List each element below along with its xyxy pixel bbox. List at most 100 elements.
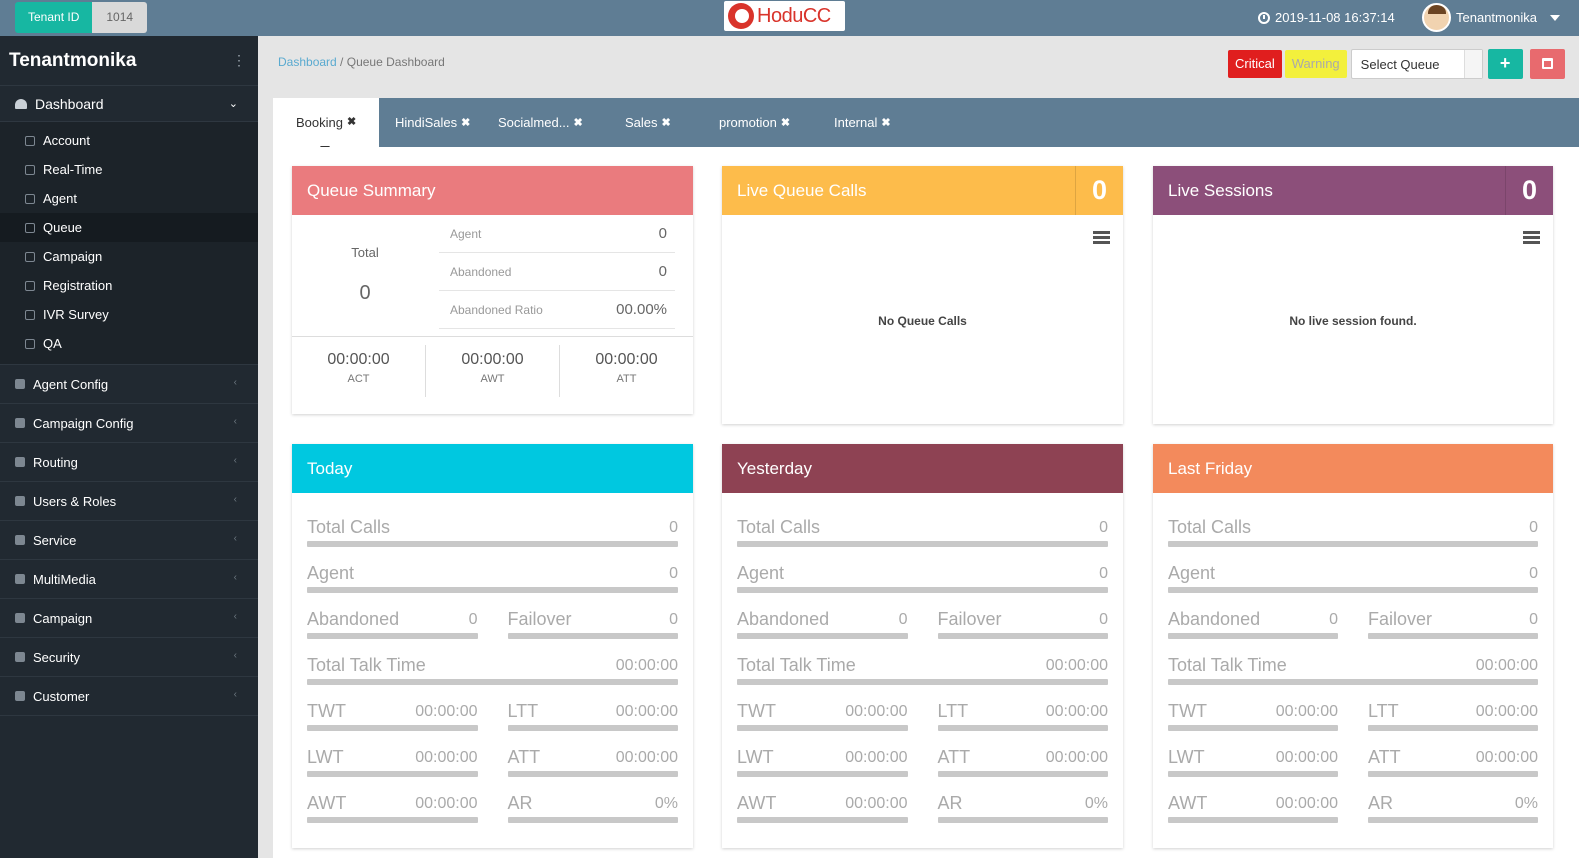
warning-button[interactable]: Warning [1284, 50, 1347, 78]
queue-summary-body: Total 0 Agent 0 Abandoned 0 Abandoned Rati… [292, 215, 693, 414]
sidebar-subitem-campaign[interactable]: Campaign [0, 242, 258, 271]
sidebar-item-security[interactable]: Security ‹ [0, 638, 258, 677]
sidebar-subitem-account[interactable]: Account [0, 126, 258, 155]
live-sessions-count: 0 [1505, 166, 1553, 215]
sidebar-title: Tenantmonika [9, 49, 137, 71]
close-icon[interactable]: ✖ [881, 116, 890, 129]
hamburger-menu-icon[interactable] [1523, 231, 1540, 244]
tab-sales[interactable]: Sales ✖ [625, 98, 671, 147]
user-menu[interactable]: Tenantmonika [1422, 3, 1560, 32]
divider [292, 336, 693, 337]
stat-value: 0 [1099, 611, 1108, 628]
sidebar-item-label: Users & Roles [33, 493, 117, 509]
add-button[interactable]: + [1487, 49, 1523, 79]
sidebar-item-label: Security [33, 649, 80, 665]
sidebar-subitem-ivr-survey[interactable]: IVR Survey [0, 300, 258, 329]
stat-label: AWT [737, 793, 777, 813]
stat-value: 00:00:00 [1475, 703, 1538, 720]
stat-row: Total Talk Time 00:00:00 [1168, 642, 1538, 688]
sidebar-subitem-qa[interactable]: QA [0, 329, 258, 358]
close-icon[interactable]: ✖ [662, 116, 671, 129]
sidebar-item-service[interactable]: Service ‹ [0, 521, 258, 560]
stat-bar [507, 817, 678, 823]
header-actions: Critical Warning Select Queue + [1228, 49, 1565, 79]
stat-bar [1368, 817, 1538, 823]
stat-bar [737, 587, 1108, 593]
stat-label: Total Calls [307, 517, 391, 537]
stat-value: 00:00:00 [1045, 703, 1108, 720]
sidebar-item-multimedia[interactable]: MultiMedia ‹ [0, 560, 258, 599]
close-icon[interactable]: ✖ [461, 116, 470, 129]
sidebar-item-label: Campaign Config [33, 415, 134, 431]
tab-socialmed[interactable]: Socialmed... ✖ [498, 98, 583, 147]
stat-row: LWT 00:00:00 ATT 00:00:00 [1168, 734, 1538, 780]
sidebar-item-dashboard[interactable]: Dashboard ⌄ [0, 86, 258, 122]
stat-value: 0 [1329, 611, 1338, 628]
sidebar-subitem-label: Campaign [43, 249, 103, 264]
stat-row: TWT 00:00:00 LTT 00:00:00 [307, 688, 678, 734]
stat-bar [737, 633, 908, 639]
hamburger-menu-icon[interactable] [1093, 231, 1110, 244]
sidebar-subitem-label: Queue [43, 220, 83, 235]
tab-internal[interactable]: Internal ✖ [834, 98, 891, 147]
stat-label: ATT [1368, 747, 1401, 767]
stat-twt: TWT 00:00:00 [1168, 688, 1338, 734]
sidebar-item-campaign[interactable]: Campaign ‹ [0, 599, 258, 638]
top-bar: Tenant ID 1014 HoduCC 2019-11-08 16:37:1… [0, 0, 1579, 36]
stats-body: Total Calls 0 Agent 0 Abandoned 0 Failover 0… [292, 493, 693, 826]
stat-awt: AWT 00:00:00 [737, 780, 908, 826]
empty-message: No live session found. [1289, 314, 1417, 328]
sidebar-item-customer[interactable]: Customer ‹ [0, 677, 258, 716]
stat-bar [507, 633, 678, 639]
breadcrumb-dashboard-link[interactable]: Dashboard [278, 55, 337, 69]
male-icon [15, 496, 25, 506]
stat-row: Abandoned 0 Failover 0 [307, 596, 678, 642]
close-icon[interactable]: ✖ [781, 116, 790, 129]
app-logo[interactable]: HoduCC [724, 1, 845, 31]
card-header: Yesterday [722, 444, 1123, 493]
stat-bar [1168, 587, 1538, 593]
stat-value: 00:00:00 [1275, 749, 1338, 766]
sidebar-subitem-registration[interactable]: Registration [0, 271, 258, 300]
critical-button[interactable]: Critical [1228, 50, 1282, 78]
tab-promotion[interactable]: promotion ✖ [719, 98, 790, 147]
empty-message: No Queue Calls [878, 314, 967, 328]
card-title: Live Queue Calls [737, 180, 867, 200]
stat-row: Agent 0 [737, 550, 1108, 596]
close-icon[interactable]: ✖ [574, 116, 583, 129]
stat-label: Total Talk Time [737, 655, 856, 675]
stat-abandoned: Abandoned 0 [737, 596, 908, 642]
logo-text: HoduCC [757, 4, 831, 27]
sidebar-subitem-agent[interactable]: Agent [0, 184, 258, 213]
tab-hindisales[interactable]: HindiSales ✖ [395, 98, 470, 147]
sidebar-item-campaign-config[interactable]: Campaign Config ‹ [0, 404, 258, 443]
sidebar-item-agent-config[interactable]: Agent Config ‹ [0, 365, 258, 404]
queue-tabs: Booking ✖ HindiSales ✖ Socialmed... ✖ Sales… [273, 98, 1579, 158]
stat-label: LTT [1368, 701, 1399, 721]
sidebar-subitem-real-time[interactable]: Real-Time [0, 155, 258, 184]
tab-label: Sales [625, 115, 658, 130]
stat-ar: AR 0% [507, 780, 678, 826]
stat-total-calls: Total Calls 0 [737, 504, 1108, 550]
stats-card-yesterday: Yesterday Total Calls 0 Agent 0 Abandoned 0… [722, 444, 1123, 848]
card-header: Last Friday [1153, 444, 1553, 493]
sidebar-item-routing[interactable]: Routing ‹ [0, 443, 258, 482]
calendar-button[interactable] [1529, 49, 1565, 79]
stat-twt: TWT 00:00:00 [737, 688, 908, 734]
close-icon[interactable]: ✖ [347, 115, 356, 128]
stat-row: AWT 00:00:00 AR 0% [1168, 780, 1538, 826]
total-label: Total [351, 245, 379, 260]
stat-bar [307, 771, 478, 777]
metric-value: 00:00:00 [595, 351, 658, 368]
stat-label: LTT [507, 701, 539, 721]
select-queue-dropdown[interactable]: Select Queue [1350, 49, 1483, 79]
sidebar-subitem-queue[interactable]: Queue [0, 213, 258, 242]
time-metrics: 00:00:00 ACT 00:00:00 AWT 00:00:00 ATT [292, 345, 693, 397]
stat-bar [937, 725, 1108, 731]
sidebar-menu-icon[interactable]: ⋮ [232, 52, 246, 69]
stat-bar [1168, 771, 1338, 777]
breadcrumb-separator: / [336, 55, 347, 69]
sidebar-item-users-roles[interactable]: Users & Roles ‹ [0, 482, 258, 521]
stat-twt: TWT 00:00:00 [307, 688, 478, 734]
calendar-icon [1541, 58, 1553, 69]
